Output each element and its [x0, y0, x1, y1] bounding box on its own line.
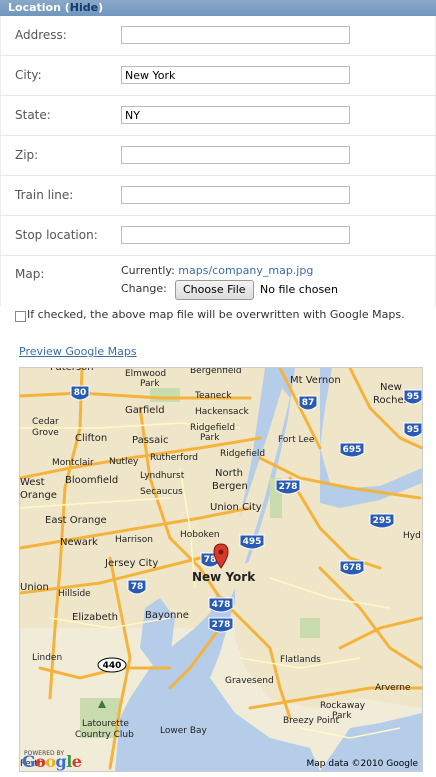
svg-text:278: 278 [279, 482, 298, 492]
svg-text:North: North [215, 468, 243, 479]
google-map[interactable]: Paterson Elmwood Park Bergenfield Teanec… [19, 367, 423, 772]
svg-text:Hyd: Hyd [403, 531, 421, 541]
svg-text:440: 440 [103, 661, 122, 671]
svg-text:Garfield: Garfield [125, 405, 165, 416]
no-file-text: No file chosen [260, 283, 338, 296]
current-map-link[interactable]: maps/company_map.jpg [178, 264, 313, 277]
svg-text:278: 278 [212, 620, 231, 630]
svg-text:80: 80 [74, 388, 87, 398]
svg-text:Jersey City: Jersey City [104, 558, 158, 569]
change-label: Change: [121, 282, 167, 295]
choose-file-button[interactable]: Choose File [175, 280, 254, 300]
svg-text:Gravesend: Gravesend [225, 676, 274, 686]
svg-text:Union: Union [20, 582, 49, 593]
svg-text:Clifton: Clifton [75, 433, 107, 444]
svg-text:West: West [20, 477, 45, 488]
map-label: Map: [15, 267, 45, 281]
svg-text:95: 95 [407, 425, 420, 435]
svg-text:Park: Park [200, 433, 220, 443]
stop-location-row: Stop location: [0, 216, 436, 256]
map-credit: Map data ©2010 Google [306, 759, 419, 769]
map-canvas: Paterson Elmwood Park Bergenfield Teanec… [20, 368, 422, 771]
svg-text:78: 78 [131, 582, 144, 592]
svg-text:Harrison: Harrison [115, 535, 153, 545]
zip-input[interactable] [121, 146, 350, 164]
map-row: Map: Currently: maps/company_map.jpg Cha… [0, 256, 436, 306]
svg-text:Arverne: Arverne [375, 683, 411, 693]
state-row: State: [0, 96, 436, 136]
address-input[interactable] [121, 26, 350, 44]
train-line-row: Train line: [0, 176, 436, 216]
svg-text:Teaneck: Teaneck [194, 391, 232, 401]
hide-link[interactable]: Hide [70, 1, 98, 14]
svg-text:87: 87 [302, 398, 315, 408]
svg-text:Cedar: Cedar [32, 417, 59, 427]
svg-text:Rutherford: Rutherford [150, 453, 198, 463]
currently-line: Currently: maps/company_map.jpg [121, 264, 313, 277]
svg-text:Bloomfield: Bloomfield [65, 475, 118, 486]
svg-text:495: 495 [243, 537, 262, 547]
svg-text:Mt Vernon: Mt Vernon [290, 375, 341, 386]
svg-text:Latourette: Latourette [82, 719, 129, 729]
svg-text:Flatlands: Flatlands [280, 655, 321, 665]
svg-text:695: 695 [343, 445, 362, 455]
svg-text:Rockaway: Rockaway [320, 701, 366, 711]
city-input[interactable] [121, 66, 350, 84]
svg-text:Elmwood: Elmwood [125, 369, 166, 379]
svg-text:Bergen: Bergen [212, 481, 248, 492]
svg-text:Lower Bay: Lower Bay [160, 726, 208, 736]
overwrite-row: If checked, the above map file will be o… [0, 306, 436, 326]
svg-text:95: 95 [407, 392, 420, 402]
svg-text:Lyndhurst: Lyndhurst [140, 471, 185, 481]
stop-location-label: Stop location: [15, 228, 98, 242]
svg-text:Hoboken: Hoboken [180, 530, 220, 540]
zip-row: Zip: [0, 136, 436, 176]
svg-text:Ridgefield: Ridgefield [190, 423, 235, 433]
overwrite-checkbox[interactable] [15, 311, 26, 322]
svg-text:New York: New York [192, 570, 256, 584]
train-line-label: Train line: [15, 188, 74, 202]
overwrite-label: If checked, the above map file will be o… [27, 308, 405, 321]
address-label: Address: [15, 28, 67, 42]
svg-text:Secaucus: Secaucus [140, 487, 183, 497]
train-line-input[interactable] [121, 186, 350, 204]
svg-text:Newark: Newark [60, 537, 98, 548]
address-row: Address: [0, 16, 436, 56]
svg-text:Bergenfield: Bergenfield [190, 368, 242, 376]
svg-text:295: 295 [373, 516, 392, 526]
svg-text:Elizabeth: Elizabeth [72, 612, 118, 623]
svg-text:New: New [380, 382, 402, 393]
location-title: Location [8, 1, 61, 14]
svg-text:Park: Park [140, 379, 160, 389]
stop-location-input[interactable] [121, 226, 350, 244]
preview-google-maps-link[interactable]: Preview Google Maps [19, 345, 137, 358]
google-logo: Google [22, 752, 82, 771]
svg-text:Passaic: Passaic [132, 435, 169, 446]
currently-label: Currently: [121, 264, 175, 277]
svg-text:678: 678 [343, 563, 362, 573]
state-input[interactable] [121, 106, 350, 124]
svg-text:Bayonne: Bayonne [145, 610, 189, 621]
svg-text:Orange: Orange [20, 490, 57, 501]
svg-text:Montclair: Montclair [52, 458, 94, 468]
svg-text:Linden: Linden [32, 653, 62, 663]
svg-text:Hillside: Hillside [58, 589, 91, 599]
city-label: City: [15, 68, 42, 82]
state-label: State: [15, 108, 51, 122]
svg-text:Hackensack: Hackensack [195, 407, 250, 417]
svg-text:Union City: Union City [210, 502, 262, 513]
svg-text:Nutley: Nutley [109, 457, 139, 467]
svg-text:Fort Lee: Fort Lee [278, 435, 315, 445]
svg-text:Grove: Grove [32, 428, 59, 438]
city-row: City: [0, 56, 436, 96]
svg-text:Paterson: Paterson [50, 368, 94, 373]
zip-label: Zip: [15, 148, 39, 162]
svg-text:Country Club: Country Club [75, 730, 134, 740]
svg-text:Ridgefield: Ridgefield [220, 449, 265, 459]
svg-text:Breezy Point: Breezy Point [283, 716, 339, 726]
svg-text:East Orange: East Orange [45, 515, 107, 526]
location-header: Location (Hide) [0, 0, 436, 16]
svg-text:478: 478 [212, 600, 231, 610]
